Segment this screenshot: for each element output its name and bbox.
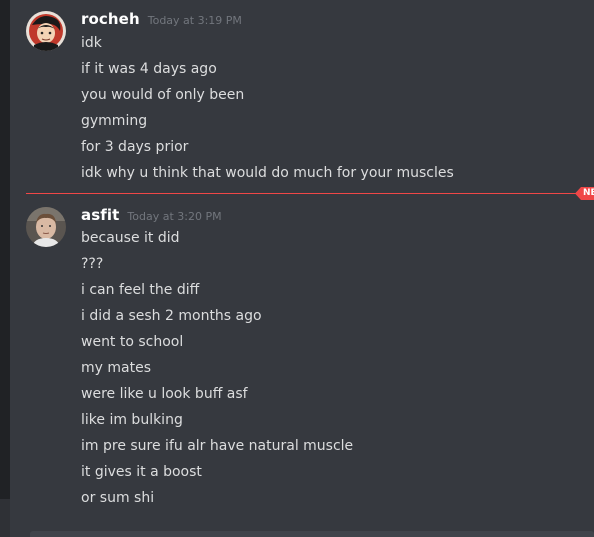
message-line: or sum shi bbox=[81, 490, 155, 506]
photo-avatar-icon bbox=[26, 207, 66, 247]
username[interactable]: asfit bbox=[81, 206, 119, 224]
message-line: went to school bbox=[81, 334, 184, 350]
avatar-rocheh[interactable] bbox=[26, 11, 66, 51]
new-messages-divider bbox=[26, 193, 594, 194]
message-line: it gives it a boost bbox=[81, 464, 202, 480]
message-line: my mates bbox=[81, 360, 151, 376]
sidebar-edge bbox=[0, 499, 10, 537]
message-line: because it did bbox=[81, 230, 180, 246]
message-line: for 3 days prior bbox=[81, 139, 189, 155]
message-header: asfit Today at 3:20 PM bbox=[81, 206, 222, 226]
timestamp[interactable]: Today at 3:19 PM bbox=[148, 14, 242, 27]
message-line: idk bbox=[81, 35, 102, 51]
message-line: were like u look buff asf bbox=[81, 386, 248, 402]
message-line: if it was 4 days ago bbox=[81, 61, 217, 77]
timestamp[interactable]: Today at 3:20 PM bbox=[127, 210, 221, 223]
message-line: i can feel the diff bbox=[81, 282, 200, 298]
chat-panel: rocheh Today at 3:19 PM idk if it was 4 … bbox=[10, 0, 594, 537]
username[interactable]: rocheh bbox=[81, 10, 140, 28]
avatar-asfit[interactable] bbox=[26, 207, 66, 247]
message-input-edge[interactable] bbox=[30, 531, 594, 537]
message-line: you would of only been bbox=[81, 87, 245, 103]
message-line: idk why u think that would do much for y… bbox=[81, 165, 454, 181]
message-line: like im bulking bbox=[81, 412, 183, 428]
anime-avatar-icon bbox=[26, 11, 66, 51]
message-line: i did a sesh 2 months ago bbox=[81, 308, 262, 324]
message-line: gymming bbox=[81, 113, 148, 129]
message-line: im pre sure ifu alr have natural muscle bbox=[81, 438, 354, 454]
new-badge: NEW bbox=[575, 187, 594, 200]
message-header: rocheh Today at 3:19 PM bbox=[81, 10, 242, 30]
message-line: ??? bbox=[81, 256, 104, 272]
